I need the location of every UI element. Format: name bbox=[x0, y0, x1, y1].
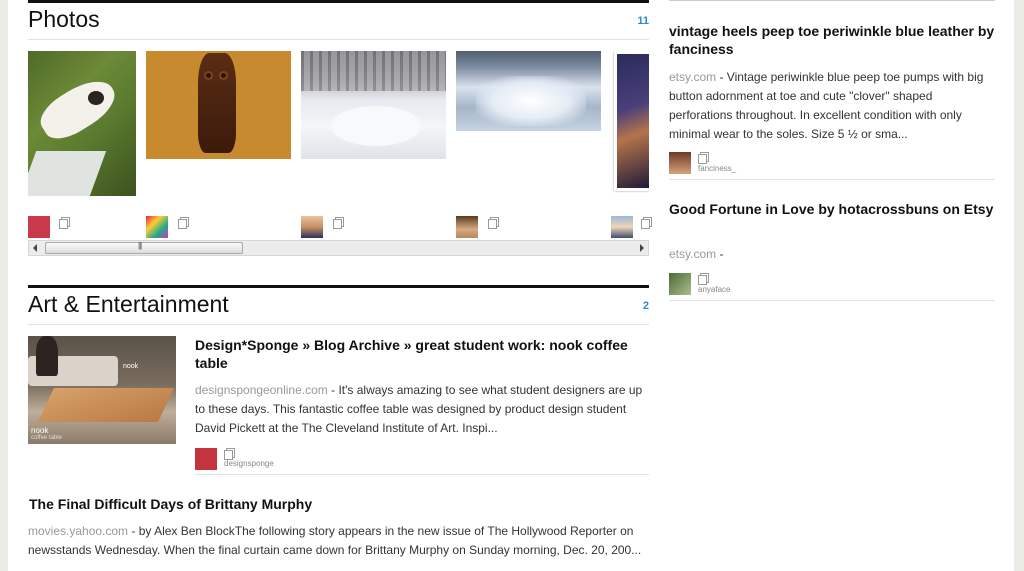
divider bbox=[669, 300, 995, 301]
story-source[interactable]: movies.yahoo.com bbox=[28, 524, 128, 538]
story-title[interactable]: Good Fortune in Love by hotacrossbuns on… bbox=[669, 200, 995, 218]
story-title[interactable]: Design*Sponge » Blog Archive » great stu… bbox=[195, 336, 651, 372]
art-title[interactable]: Art & Entertainment bbox=[28, 291, 229, 318]
story-source[interactable]: etsy.com bbox=[669, 70, 716, 84]
story-meta: anyaface bbox=[669, 273, 995, 297]
photo-users-row bbox=[28, 214, 652, 240]
night-photo[interactable] bbox=[614, 51, 649, 191]
snow-photo[interactable] bbox=[301, 51, 446, 159]
photos-header: Photos 11 bbox=[28, 0, 649, 40]
story-title[interactable]: vintage heels peep toe periwinkle blue l… bbox=[669, 22, 995, 58]
story-user[interactable]: fanciness_ bbox=[698, 164, 736, 173]
photos-title[interactable]: Photos bbox=[28, 6, 100, 33]
repost-icon[interactable] bbox=[698, 152, 709, 164]
story-excerpt: designspongeonline.com - It's always ama… bbox=[195, 381, 651, 438]
avatar[interactable] bbox=[301, 216, 323, 238]
story-separator: - bbox=[716, 70, 727, 84]
repost-icon[interactable] bbox=[178, 217, 189, 229]
snow-mound bbox=[331, 106, 421, 146]
divider bbox=[195, 474, 649, 475]
avatar[interactable] bbox=[611, 216, 633, 238]
thumbnail-caption: coffee table bbox=[31, 435, 62, 441]
cat-photo[interactable] bbox=[28, 51, 136, 196]
story-separator: - bbox=[716, 247, 724, 261]
cat-shape bbox=[33, 70, 123, 148]
story-user[interactable]: designsponge bbox=[224, 459, 274, 468]
avatar[interactable] bbox=[146, 216, 168, 238]
repost-icon[interactable] bbox=[224, 448, 235, 460]
story-source[interactable]: etsy.com bbox=[669, 247, 716, 261]
repost-icon[interactable] bbox=[488, 217, 499, 229]
avatar[interactable] bbox=[669, 152, 691, 174]
cat-spot bbox=[88, 91, 104, 105]
page: Photos 11 ||| Art & Entertainment 2 nook… bbox=[8, 0, 1014, 571]
divider bbox=[669, 179, 995, 180]
art-header: Art & Entertainment 2 bbox=[28, 285, 649, 325]
avatar[interactable] bbox=[195, 448, 217, 470]
left-column: Photos 11 ||| Art & Entertainment 2 nook… bbox=[28, 0, 652, 557]
thumbnail-caption: nook bbox=[123, 363, 139, 370]
repost-icon[interactable] bbox=[333, 217, 344, 229]
story-excerpt: movies.yahoo.com - by Alex Ben BlockThe … bbox=[28, 522, 649, 560]
cushion-shape bbox=[28, 151, 107, 196]
thumbnail-caption: nook bbox=[31, 426, 49, 435]
carved-owl-photo[interactable] bbox=[146, 51, 291, 159]
story-source[interactable]: designspongeonline.com bbox=[195, 383, 328, 397]
repost-icon[interactable] bbox=[641, 217, 652, 229]
story-meta: fanciness_ bbox=[669, 152, 995, 176]
repost-icon[interactable] bbox=[698, 273, 709, 285]
art-count[interactable]: 2 bbox=[643, 300, 649, 312]
story-separator: - bbox=[327, 383, 339, 397]
story-thumbnail[interactable]: nook nook coffee table bbox=[28, 336, 176, 444]
avatar[interactable] bbox=[456, 216, 478, 238]
story-excerpt: etsy.com - Vintage periwinkle blue peep … bbox=[669, 68, 995, 144]
scrollbar-thumb[interactable] bbox=[45, 241, 243, 254]
story-excerpt: etsy.com - bbox=[669, 245, 995, 264]
waterfall-photo[interactable] bbox=[456, 51, 601, 131]
owl-shape bbox=[198, 53, 236, 153]
scroll-left-icon[interactable] bbox=[29, 241, 43, 255]
scroll-right-icon[interactable] bbox=[634, 241, 648, 255]
avatar[interactable] bbox=[669, 273, 691, 295]
divider bbox=[669, 0, 995, 1]
story-meta: designsponge bbox=[195, 447, 651, 471]
trees-shape bbox=[301, 51, 446, 91]
foam-shape bbox=[476, 76, 586, 126]
avatar[interactable] bbox=[28, 216, 50, 238]
story-separator: - bbox=[128, 524, 139, 538]
story-user[interactable]: anyaface bbox=[698, 285, 730, 294]
photos-count[interactable]: 11 bbox=[637, 15, 649, 27]
table-shape bbox=[38, 388, 174, 422]
owl-eye bbox=[219, 71, 228, 80]
photos-scrollbar[interactable] bbox=[28, 240, 649, 256]
repost-icon[interactable] bbox=[59, 217, 70, 229]
owl-eye bbox=[204, 71, 213, 80]
photos-strip bbox=[28, 51, 649, 201]
person-shape bbox=[36, 336, 58, 376]
story-title[interactable]: The Final Difficult Days of Brittany Mur… bbox=[29, 495, 649, 513]
